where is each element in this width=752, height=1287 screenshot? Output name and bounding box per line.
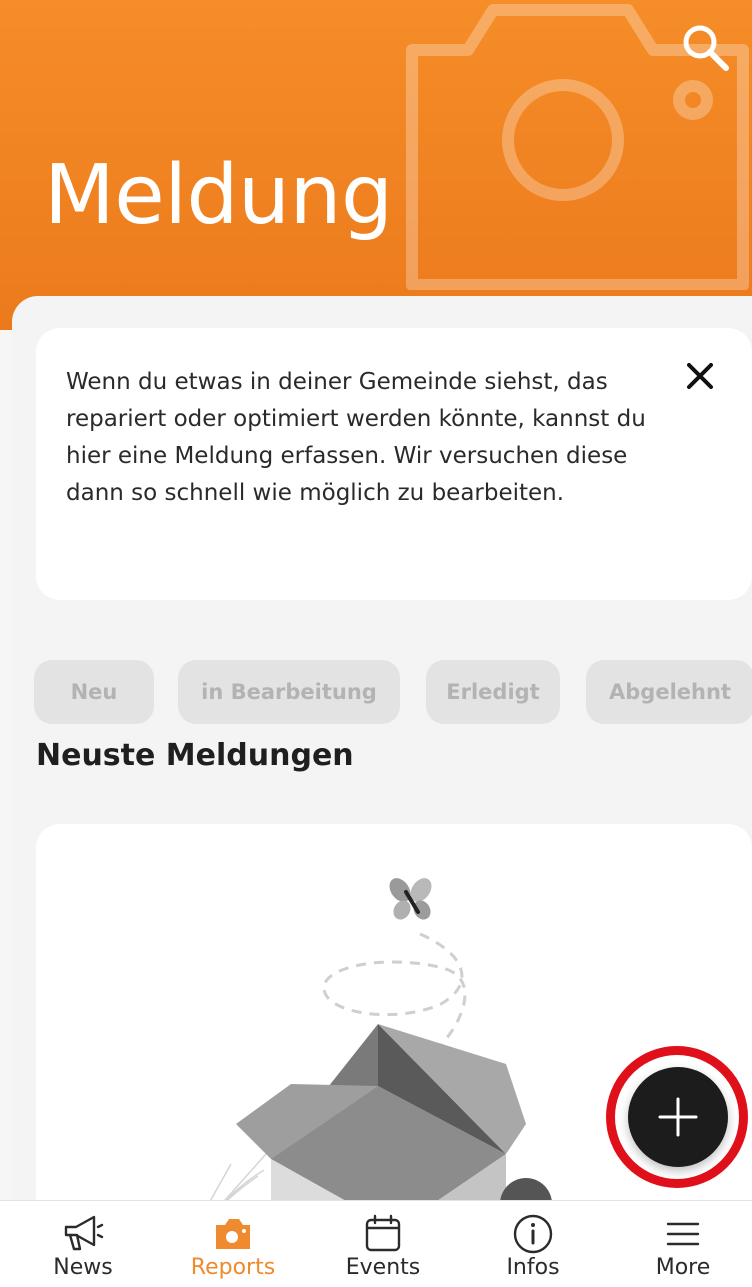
nav-item-news[interactable]: News [8, 1201, 158, 1287]
butterfly-icon [389, 878, 432, 920]
section-title: Neuste Meldungen [36, 738, 354, 773]
bottom-nav: News Reports Events Infos More [0, 1200, 752, 1287]
close-icon[interactable] [678, 354, 722, 398]
camera-icon [216, 1219, 250, 1249]
nav-label-infos: Infos [506, 1255, 560, 1280]
nav-label-events: Events [345, 1255, 421, 1280]
nav-item-events[interactable]: Events [308, 1201, 458, 1287]
add-report-button[interactable] [628, 1067, 728, 1167]
info-text: Wenn du etwas in deiner Gemeinde siehst,… [66, 369, 646, 506]
nav-label-more: More [655, 1255, 711, 1280]
nav-item-infos[interactable]: Infos [458, 1201, 608, 1287]
page-title: Meldung [44, 148, 393, 243]
nav-label-news: News [53, 1255, 113, 1280]
filter-chip-abgelehnt[interactable]: Abgelehnt [586, 660, 752, 724]
nav-item-more[interactable]: More [608, 1201, 752, 1287]
filter-chip-neu[interactable]: Neu [34, 660, 154, 724]
calendar-icon [365, 1214, 401, 1252]
filter-chip-erledigt[interactable]: Erledigt [426, 660, 560, 724]
open-box [236, 1024, 526, 1206]
info-icon [513, 1214, 553, 1254]
info-card: Wenn du etwas in deiner Gemeinde siehst,… [36, 328, 752, 600]
megaphone-icon [64, 1215, 104, 1251]
status-filter-bar: Neu in Bearbeitung Erledigt Abgelehnt [34, 660, 752, 724]
nav-label-reports: Reports [190, 1255, 276, 1280]
plus-icon [658, 1097, 698, 1137]
header: Meldung [0, 0, 752, 330]
filter-chip-in-bearbeitung[interactable]: in Bearbeitung [178, 660, 400, 724]
menu-icon [666, 1222, 700, 1246]
search-icon[interactable] [680, 22, 732, 74]
nav-item-reports[interactable]: Reports [158, 1201, 308, 1287]
